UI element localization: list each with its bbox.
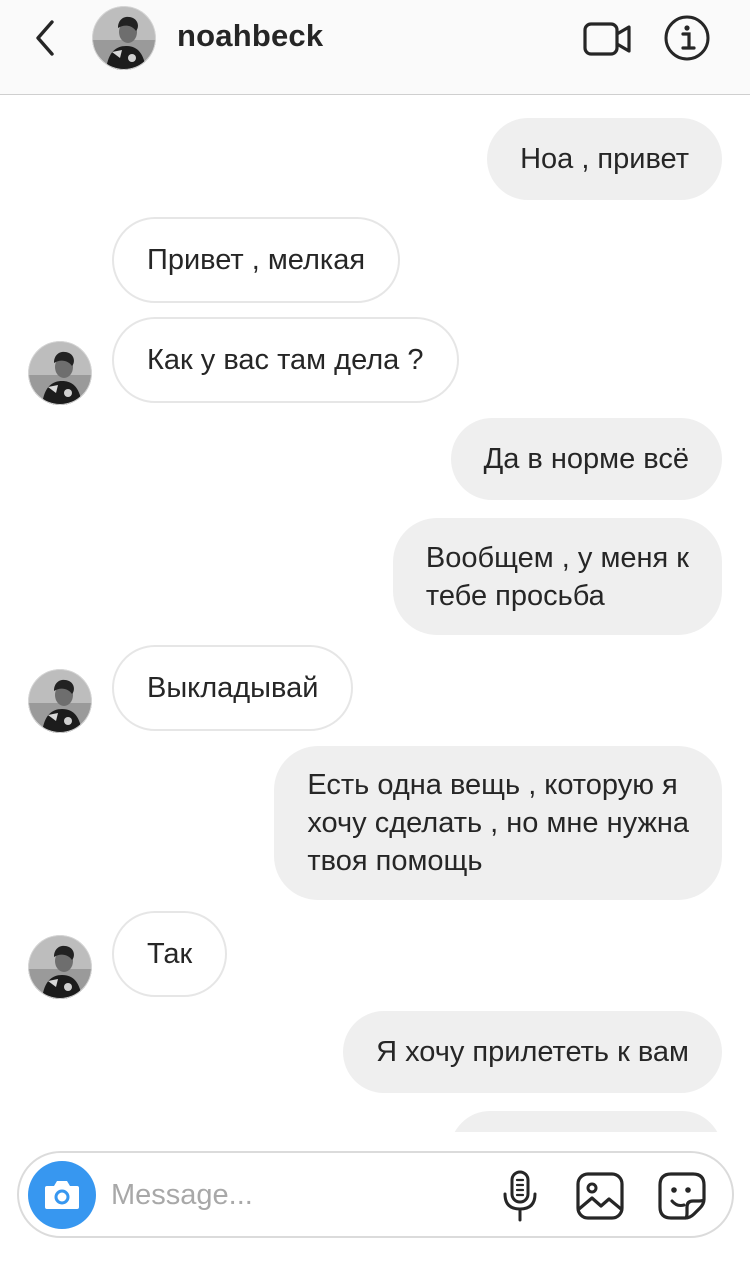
microphone-icon	[503, 1170, 537, 1222]
message-bubble-partial[interactable]	[450, 1111, 722, 1132]
info-icon	[664, 15, 710, 61]
voice-message-button[interactable]	[499, 1169, 541, 1225]
message-bubble-incoming[interactable]: Привет , мелкая	[112, 217, 401, 303]
username[interactable]: noahbeck	[177, 18, 323, 54]
avatar[interactable]	[28, 935, 92, 999]
message-composer	[17, 1151, 734, 1238]
gallery-button[interactable]	[575, 1171, 625, 1221]
message-bubble-outgoing[interactable]: Да в норме всё	[450, 418, 722, 500]
info-button[interactable]	[663, 14, 711, 62]
message-bubble-outgoing[interactable]: Вообщем , у меня к тебе просьба	[392, 518, 722, 635]
message-bubble-outgoing[interactable]: Есть одна вещь , которую я хочу сделать …	[274, 746, 722, 900]
chevron-left-icon	[36, 20, 54, 56]
message-bubble-incoming[interactable]: Выкладывай	[112, 645, 354, 731]
video-call-button[interactable]	[582, 18, 634, 60]
chat-header: noahbeck	[0, 0, 750, 95]
camera-icon	[45, 1181, 79, 1209]
avatar[interactable]	[28, 669, 92, 733]
header-avatar[interactable]	[92, 6, 156, 70]
sticker-icon	[658, 1172, 706, 1220]
back-button[interactable]	[28, 18, 64, 58]
sticker-button[interactable]	[657, 1171, 707, 1221]
avatar	[92, 6, 156, 70]
message-bubble-incoming[interactable]: Как у вас там дела ?	[112, 317, 459, 403]
message-bubble-outgoing[interactable]: Ноа , привет	[487, 118, 722, 200]
image-gallery-icon	[576, 1172, 624, 1220]
avatar[interactable]	[28, 341, 92, 405]
camera-button[interactable]	[28, 1161, 96, 1229]
message-input[interactable]	[111, 1171, 491, 1219]
message-bubble-outgoing[interactable]: Я хочу прилететь к вам	[343, 1011, 722, 1093]
video-camera-icon	[583, 22, 631, 56]
message-bubble-incoming[interactable]: Так	[112, 911, 228, 997]
message-thread[interactable]: Ноа , привет Привет , мелкая Как у вас т…	[0, 96, 750, 1132]
